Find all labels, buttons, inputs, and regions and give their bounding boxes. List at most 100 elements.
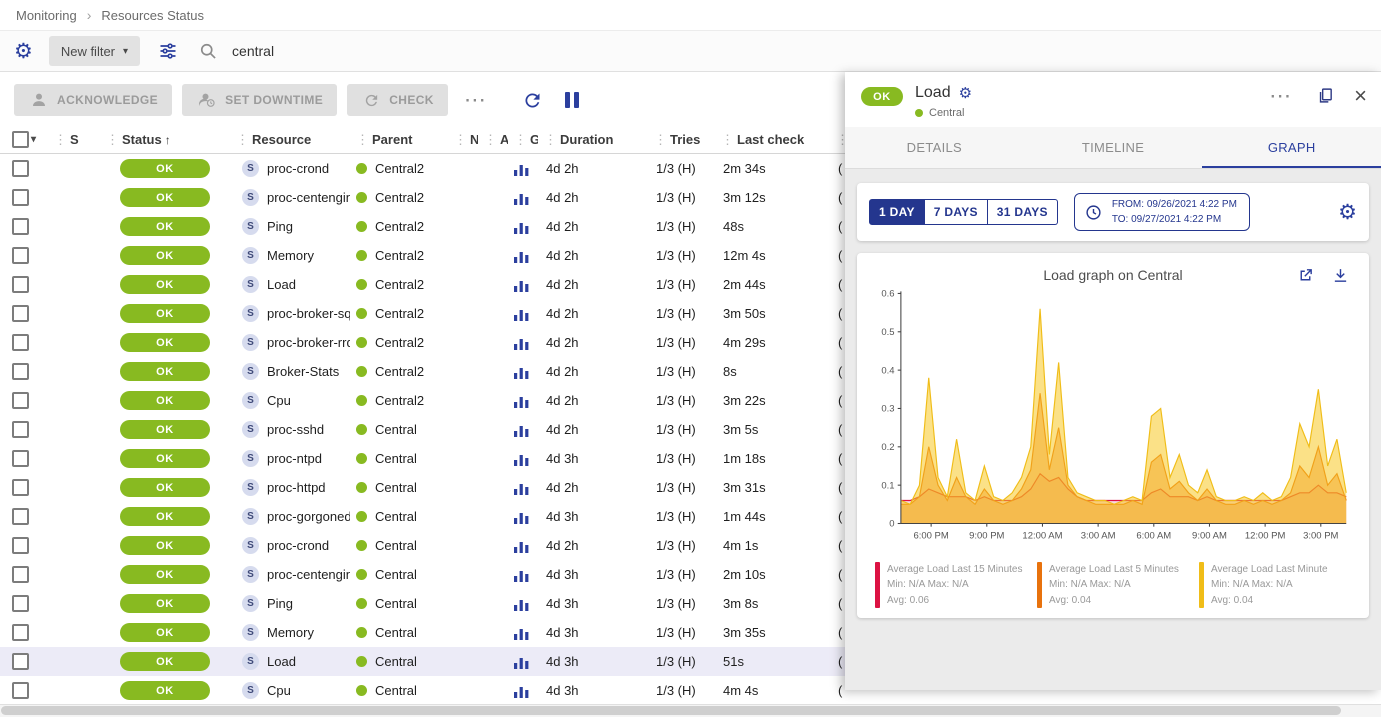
column-header-last-check[interactable]: ⋮Last check — [715, 126, 830, 153]
row-checkbox[interactable] — [12, 276, 29, 293]
tab-timeline[interactable]: TIMELINE — [1024, 127, 1203, 168]
row-checkbox[interactable] — [12, 334, 29, 351]
scrollbar-thumb[interactable] — [1, 706, 1341, 715]
parent-name[interactable]: Central — [375, 538, 417, 553]
set-downtime-button[interactable]: SET DOWNTIME — [182, 84, 337, 116]
parent-name[interactable]: Central — [375, 625, 417, 640]
parent-name[interactable]: Central2 — [375, 190, 424, 205]
table-row[interactable]: OKSPingCentral4d 3h1/3 (H)3m 8s( — [0, 589, 900, 618]
graph-icon[interactable] — [514, 336, 529, 350]
parent-name[interactable]: Central — [375, 422, 417, 437]
pause-autorefresh-icon[interactable] — [563, 90, 581, 110]
column-header-n[interactable]: ⋮N — [448, 126, 478, 153]
table-row[interactable]: OKSproc-crondCentral24d 2h1/3 (H)2m 34s( — [0, 154, 900, 183]
resource-name[interactable]: proc-gorgoned — [267, 509, 350, 524]
row-checkbox[interactable] — [12, 392, 29, 409]
time-button-7-days[interactable]: 7 DAYS — [925, 199, 988, 225]
panel-parent-name[interactable]: Central — [929, 107, 964, 119]
panel-more-actions-icon[interactable]: ⋯ — [1263, 85, 1297, 107]
column-header-duration[interactable]: ⋮Duration — [538, 126, 648, 153]
graph-icon[interactable] — [514, 539, 529, 553]
more-actions-icon[interactable]: ⋯ — [458, 89, 492, 111]
graph-icon[interactable] — [514, 452, 529, 466]
open-in-new-icon[interactable] — [1295, 265, 1316, 286]
graph-icon[interactable] — [514, 597, 529, 611]
table-row[interactable]: OKSproc-ntpdCentral4d 3h1/3 (H)1m 18s( — [0, 444, 900, 473]
column-header-parent[interactable]: ⋮Parent — [350, 126, 448, 153]
table-row[interactable]: OKSproc-broker-sqlCentral24d 2h1/3 (H)3m… — [0, 299, 900, 328]
drag-handle-icon[interactable]: ⋮ — [654, 132, 667, 148]
table-row[interactable]: OKSproc-crondCentral4d 2h1/3 (H)4m 1s( — [0, 531, 900, 560]
table-row[interactable]: OKSproc-centengineCentral24d 2h1/3 (H)3m… — [0, 183, 900, 212]
check-button[interactable]: CHECK — [347, 84, 448, 116]
breadcrumb-monitoring[interactable]: Monitoring — [16, 8, 77, 23]
custom-time-range[interactable]: FROM: 09/26/2021 4:22 PM TO: 09/27/2021 … — [1074, 193, 1250, 231]
resource-name[interactable]: proc-httpd — [267, 480, 326, 495]
resource-name[interactable]: Memory — [267, 625, 314, 640]
graph-icon[interactable] — [514, 510, 529, 524]
resource-name[interactable]: Load — [267, 277, 296, 292]
resource-name[interactable]: proc-broker-sql — [267, 306, 350, 321]
select-all-checkbox[interactable] — [12, 131, 29, 148]
service-settings-gear-icon[interactable]: ⚙ — [959, 86, 972, 101]
row-checkbox[interactable] — [12, 218, 29, 235]
parent-name[interactable]: Central2 — [375, 364, 424, 379]
parent-name[interactable]: Central2 — [375, 393, 424, 408]
refresh-icon[interactable] — [520, 88, 545, 113]
legend-item[interactable]: Average Load Last 15 MinutesMin: N/A Max… — [875, 562, 1027, 609]
row-checkbox[interactable] — [12, 508, 29, 525]
table-row[interactable]: OKSproc-broker-rrdCentral24d 2h1/3 (H)4m… — [0, 328, 900, 357]
row-checkbox[interactable] — [12, 653, 29, 670]
table-row[interactable]: OKSMemoryCentral24d 2h1/3 (H)12m 4s( — [0, 241, 900, 270]
drag-handle-icon[interactable]: ⋮ — [484, 132, 497, 148]
row-checkbox[interactable] — [12, 537, 29, 554]
download-icon[interactable] — [1330, 265, 1351, 286]
breadcrumb-resources-status[interactable]: Resources Status — [101, 8, 204, 23]
sort-ascending-icon[interactable]: ↑ — [165, 133, 171, 147]
close-panel-icon[interactable]: × — [1354, 85, 1367, 107]
load-chart[interactable]: 00.10.20.30.40.50.66:00 PM9:00 PM12:00 A… — [865, 285, 1361, 551]
resource-name[interactable]: Load — [267, 654, 296, 669]
table-row[interactable]: OKSCpuCentral4d 3h1/3 (H)4m 4s( — [0, 676, 900, 705]
row-checkbox[interactable] — [12, 305, 29, 322]
column-header-g[interactable]: ⋮G — [508, 126, 538, 153]
resource-name[interactable]: proc-centengine — [267, 567, 350, 582]
graph-icon[interactable] — [514, 278, 529, 292]
drag-handle-icon[interactable]: ⋮ — [454, 132, 467, 148]
parent-name[interactable]: Central — [375, 451, 417, 466]
table-row[interactable]: OKSLoadCentral4d 3h1/3 (H)51s( — [0, 647, 900, 676]
graph-icon[interactable] — [514, 684, 529, 698]
row-checkbox[interactable] — [12, 479, 29, 496]
drag-handle-icon[interactable]: ⋮ — [514, 132, 527, 148]
row-checkbox[interactable] — [12, 566, 29, 583]
parent-name[interactable]: Central — [375, 654, 417, 669]
parent-name[interactable]: Central2 — [375, 277, 424, 292]
legend-item[interactable]: Average Load Last MinuteMin: N/A Max: N/… — [1199, 562, 1351, 609]
row-checkbox[interactable] — [12, 363, 29, 380]
parent-name[interactable]: Central — [375, 596, 417, 611]
column-header-tries[interactable]: ⋮Tries — [648, 126, 715, 153]
drag-handle-icon[interactable]: ⋮ — [721, 132, 734, 148]
acknowledge-button[interactable]: ACKNOWLEDGE — [14, 84, 172, 116]
graph-icon[interactable] — [514, 191, 529, 205]
row-checkbox[interactable] — [12, 595, 29, 612]
column-header-status[interactable]: ⋮Status↑ — [100, 126, 230, 153]
parent-name[interactable]: Central — [375, 683, 417, 698]
resource-name[interactable]: proc-broker-rrd — [267, 335, 350, 350]
graph-icon[interactable] — [514, 481, 529, 495]
graph-icon[interactable] — [514, 307, 529, 321]
table-row[interactable]: OKSproc-centengineCentral4d 3h1/3 (H)2m … — [0, 560, 900, 589]
graph-icon[interactable] — [514, 568, 529, 582]
drag-handle-icon[interactable]: ⋮ — [236, 132, 249, 148]
resource-name[interactable]: proc-ntpd — [267, 451, 322, 466]
parent-name[interactable]: Central — [375, 480, 417, 495]
row-checkbox[interactable] — [12, 682, 29, 699]
resource-name[interactable]: Ping — [267, 596, 293, 611]
resource-name[interactable]: Memory — [267, 248, 314, 263]
column-header-a[interactable]: ⋮A — [478, 126, 508, 153]
row-checkbox[interactable] — [12, 247, 29, 264]
resource-name[interactable]: Ping — [267, 219, 293, 234]
graph-icon[interactable] — [514, 423, 529, 437]
resource-name[interactable]: Cpu — [267, 683, 291, 698]
graph-icon[interactable] — [514, 394, 529, 408]
